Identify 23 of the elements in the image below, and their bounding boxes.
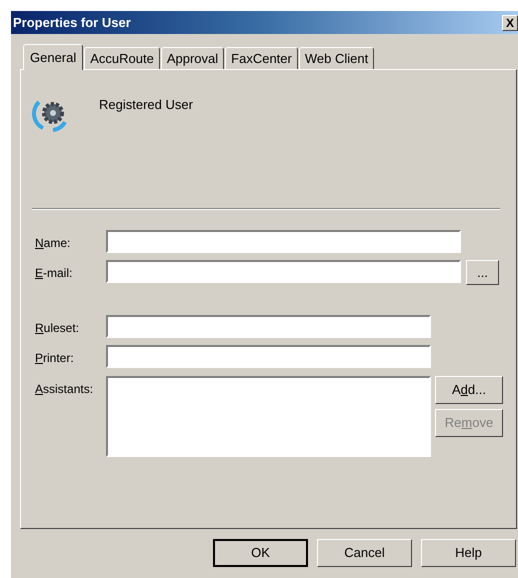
tab[interactable]: FaxCenter: [225, 47, 298, 69]
tab[interactable]: General: [23, 44, 84, 70]
tab[interactable]: Web Client: [298, 47, 374, 69]
browse-button[interactable]: ...: [466, 260, 499, 285]
list-box[interactable]: [106, 376, 431, 457]
dialog-button[interactable]: OK: [213, 539, 308, 567]
input-field[interactable]: [106, 230, 461, 253]
field-label: Name:: [35, 235, 72, 252]
field-label: Ruleset:: [35, 320, 80, 337]
window-title: Properties for User: [13, 14, 131, 32]
input-field[interactable]: [106, 315, 431, 338]
user-type-label: Registered User: [99, 96, 193, 114]
input-field[interactable]: [106, 260, 461, 283]
tab[interactable]: AccuRoute: [84, 47, 160, 69]
field-label: Printer:: [35, 350, 75, 367]
dialog-button[interactable]: Cancel: [317, 539, 412, 567]
field-label: E-mail:: [35, 265, 74, 282]
tab[interactable]: Approval: [160, 47, 224, 69]
dialog-button[interactable]: Help: [421, 539, 516, 567]
close-button[interactable]: X: [502, 14, 518, 30]
input-field[interactable]: [106, 345, 431, 368]
list-button[interactable]: Add...: [435, 376, 503, 404]
field-label: Assistants:: [35, 381, 94, 398]
